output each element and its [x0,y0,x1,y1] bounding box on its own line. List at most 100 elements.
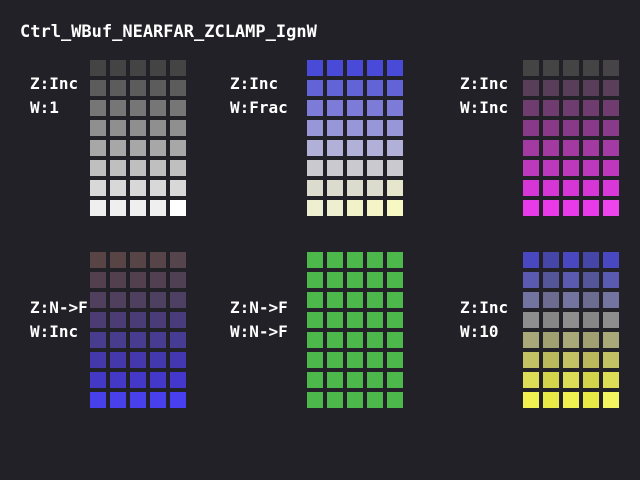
z-mode-label: Z:Inc [460,74,509,93]
swatch-cell [603,372,619,388]
swatch-cell [347,272,363,288]
swatch-cell [603,180,619,196]
swatch-cell [583,312,599,328]
swatch-cell [543,292,559,308]
panel-6-labels: Z:Inc W:10 [460,296,508,344]
swatch-cell [603,160,619,176]
swatch-cell [523,200,539,216]
swatch-cell [130,120,146,136]
swatch-cell [90,332,106,348]
swatch-cell [603,100,619,116]
panel-2-swatch-grid [307,60,403,216]
swatch-cell [583,392,599,408]
swatch-cell [170,140,186,156]
swatch-cell [523,312,539,328]
swatch-cell [367,392,383,408]
swatch-cell [367,272,383,288]
swatch-cell [327,160,343,176]
swatch-cell [90,252,106,268]
w-mode-label: W:1 [30,98,59,117]
swatch-cell [603,292,619,308]
swatch-cell [563,100,579,116]
swatch-cell [130,272,146,288]
panel-5-labels: Z:N->F W:N->F [230,296,288,344]
swatch-cell [603,272,619,288]
swatch-cell [563,60,579,76]
swatch-cell [150,80,166,96]
swatch-cell [130,332,146,348]
swatch-cell [563,140,579,156]
panel-6-swatch-grid [523,252,619,408]
swatch-cell [130,80,146,96]
swatch-cell [523,60,539,76]
swatch-cell [327,392,343,408]
swatch-cell [603,312,619,328]
swatch-cell [170,60,186,76]
swatch-cell [150,312,166,328]
swatch-cell [307,60,323,76]
swatch-cell [170,272,186,288]
swatch-cell [543,332,559,348]
swatch-cell [327,60,343,76]
swatch-cell [523,352,539,368]
swatch-cell [170,392,186,408]
swatch-cell [543,140,559,156]
swatch-cell [307,292,323,308]
swatch-cell [583,60,599,76]
swatch-cell [307,312,323,328]
swatch-cell [523,272,539,288]
swatch-cell [110,352,126,368]
panel-2-labels: Z:Inc W:Frac [230,72,288,120]
panel-5-swatch-grid [307,252,403,408]
swatch-cell [307,160,323,176]
swatch-cell [523,80,539,96]
swatch-cell [563,80,579,96]
swatch-cell [170,180,186,196]
swatch-cell [603,332,619,348]
swatch-cell [523,140,539,156]
swatch-cell [603,200,619,216]
swatch-cell [150,180,166,196]
swatch-cell [563,272,579,288]
swatch-cell [563,392,579,408]
swatch-cell [347,312,363,328]
swatch-cell [583,120,599,136]
swatch-cell [583,100,599,116]
swatch-cell [583,332,599,348]
swatch-cell [90,272,106,288]
swatch-cell [563,352,579,368]
swatch-cell [307,200,323,216]
z-mode-label: Z:Inc [230,74,279,93]
swatch-cell [110,372,126,388]
swatch-cell [367,120,383,136]
swatch-cell [347,392,363,408]
swatch-cell [563,312,579,328]
swatch-cell [150,292,166,308]
swatch-cell [523,292,539,308]
swatch-cell [110,120,126,136]
swatch-cell [110,100,126,116]
swatch-cell [110,180,126,196]
panel-3-labels: Z:Inc W:Inc [460,72,508,120]
swatch-cell [130,352,146,368]
z-mode-label: Z:Inc [30,74,79,93]
swatch-cell [523,372,539,388]
swatch-cell [327,180,343,196]
swatch-cell [523,180,539,196]
swatch-cell [307,352,323,368]
swatch-cell [150,252,166,268]
swatch-cell [387,140,403,156]
swatch-cell [90,292,106,308]
swatch-cell [387,352,403,368]
swatch-cell [307,332,323,348]
swatch-cell [90,180,106,196]
swatch-cell [543,80,559,96]
swatch-cell [170,312,186,328]
swatch-cell [90,312,106,328]
swatch-cell [110,312,126,328]
swatch-cell [523,252,539,268]
swatch-cell [367,332,383,348]
swatch-cell [327,272,343,288]
swatch-cell [150,160,166,176]
swatch-cell [170,252,186,268]
